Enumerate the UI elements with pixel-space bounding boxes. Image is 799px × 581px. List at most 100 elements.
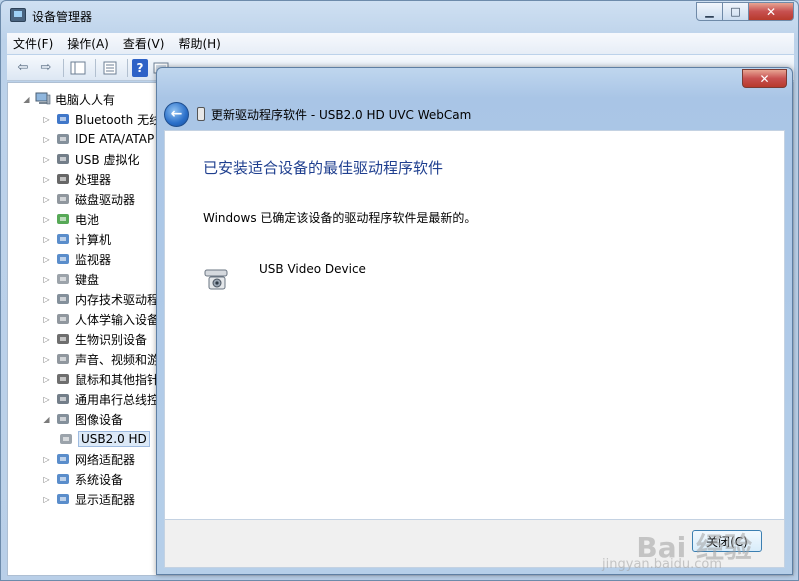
expand-arrow-icon[interactable]: ▷	[42, 295, 51, 304]
tree-category-item[interactable]: ▷ 监视器	[42, 250, 111, 268]
webcam-icon	[58, 432, 74, 446]
tree-item-label: 内存技术驱动程	[75, 292, 160, 307]
tree-item-label: 磁盘驱动器	[75, 192, 136, 207]
tree-category-item[interactable]: ▷ 内存技术驱动程	[42, 290, 159, 308]
expand-arrow-icon[interactable]: ▷	[42, 155, 51, 164]
expand-arrow-icon[interactable]: ▷	[42, 135, 51, 144]
display-adapter-icon	[55, 492, 71, 506]
tree-category-item[interactable]: ▷ 处理器	[42, 170, 111, 188]
expand-arrow-icon[interactable]: ▷	[42, 195, 51, 204]
toolbar-separator	[127, 58, 128, 77]
help-icon[interactable]: ?	[132, 58, 148, 77]
device-manager-icon	[10, 8, 26, 22]
expand-arrow-icon[interactable]: ▷	[42, 215, 51, 224]
tree-category-item[interactable]: ▷ 键盘	[42, 270, 99, 288]
tree-root-label: 电脑人人有	[55, 92, 116, 107]
tree-category-item[interactable]: ▷ 人体学输入设备	[42, 310, 159, 328]
network-adapter-icon	[55, 452, 71, 466]
fingerprint-icon	[55, 332, 71, 346]
tree-item-label: 系统设备	[75, 472, 124, 487]
menu-help[interactable]: 帮助(H)	[178, 35, 220, 52]
tree-category-item[interactable]: ▷ 鼠标和其他指针	[42, 370, 159, 388]
tree-category-item[interactable]: ▷ 通用串行总线控	[42, 390, 159, 408]
tree-category-item[interactable]: ▷ 声音、视频和游	[42, 350, 159, 368]
expand-arrow-icon[interactable]: ▷	[42, 235, 51, 244]
expand-arrow-icon[interactable]: ▷	[42, 495, 51, 504]
tree-category-item[interactable]: ▷ 计算机	[42, 230, 111, 248]
bluetooth-icon	[55, 112, 71, 126]
tree-item-label: 电池	[75, 212, 100, 227]
tree-item-label: 网络适配器	[75, 452, 136, 467]
usb-controller-icon	[55, 392, 71, 406]
expand-arrow-icon[interactable]: ▷	[42, 315, 51, 324]
memory-icon	[55, 292, 71, 306]
expand-arrow-icon[interactable]: ▷	[42, 375, 51, 384]
maximize-button[interactable]: □	[723, 2, 749, 21]
result-heading: 已安装适合设备的最佳驱动程序软件	[203, 159, 444, 177]
tree-category-item[interactable]: ▷ 显示适配器	[42, 490, 135, 508]
menu-action[interactable]: 操作(A)	[67, 35, 109, 52]
tree-item-label: 生物识别设备	[75, 332, 148, 347]
dialog-header: ← 更新驱动程序软件 - USB2.0 HD UVC WebCam	[164, 98, 785, 130]
tree-item-label: 通用串行总线控	[75, 392, 160, 407]
window-title: 设备管理器	[32, 10, 93, 24]
tree-category-item[interactable]: ▷ 电池	[42, 210, 99, 228]
tree-root[interactable]: ◢ 电脑人人有	[22, 90, 115, 108]
expand-arrow-icon[interactable]: ▷	[42, 455, 51, 464]
tree-category-item[interactable]: ▷ IDE ATA/ATAP	[42, 130, 154, 148]
back-button[interactable]: ←	[164, 101, 189, 127]
tree-category-item[interactable]: ▷ USB 虚拟化	[42, 150, 139, 168]
device-name: USB Video Device	[259, 262, 366, 276]
expand-arrow-icon[interactable]: ▷	[42, 275, 51, 284]
close-window-button[interactable]: ✕	[749, 2, 794, 21]
update-driver-dialog: ✕ ← 更新驱动程序软件 - USB2.0 HD UVC WebCam 已安装适…	[156, 67, 793, 575]
usb-device-icon	[197, 107, 205, 121]
caption-buttons: ▁ □ ✕	[696, 2, 794, 21]
properties-icon[interactable]	[100, 58, 120, 78]
toolbar-separator	[95, 58, 96, 77]
toolbar-separator	[63, 58, 64, 77]
forward-arrow-icon[interactable]: ⇨	[36, 58, 56, 78]
menu-file[interactable]: 文件(F)	[13, 35, 53, 52]
tree-category-item[interactable]: ▷ 磁盘驱动器	[42, 190, 135, 208]
expand-arrow-icon[interactable]: ▷	[42, 335, 51, 344]
expand-arrow-icon[interactable]: ▷	[42, 175, 51, 184]
back-arrow-icon[interactable]: ⇦	[13, 58, 33, 78]
tree-item-label: 人体学输入设备	[75, 312, 160, 327]
minimize-button[interactable]: ▁	[696, 2, 723, 21]
expand-arrow-icon[interactable]: ▷	[42, 475, 51, 484]
mouse-icon	[55, 372, 71, 386]
show-hide-console-tree-icon[interactable]	[68, 58, 88, 78]
monitor-icon	[55, 252, 71, 266]
tree-category-item[interactable]: ▷ 网络适配器	[42, 450, 135, 468]
disk-drive-icon	[55, 192, 71, 206]
tree-item-label: 处理器	[75, 172, 112, 187]
collapse-arrow-icon[interactable]: ◢	[42, 415, 51, 424]
tree-category-item[interactable]: ▷ Bluetooth 无线	[42, 110, 161, 128]
usb-icon	[55, 152, 71, 166]
expand-arrow-icon[interactable]: ▷	[42, 395, 51, 404]
expand-arrow-icon[interactable]: ▷	[42, 255, 51, 264]
expand-arrow-icon[interactable]: ▷	[42, 115, 51, 124]
title-bar: 设备管理器 ▁ □ ✕	[1, 1, 798, 31]
tree-category-item[interactable]: ▷ 系统设备	[42, 470, 123, 488]
tree-category-item[interactable]: ◢ 图像设备	[42, 410, 123, 428]
processor-icon	[55, 172, 71, 186]
tree-item-label: Bluetooth 无线	[75, 112, 162, 127]
menu-bar: 文件(F) 操作(A) 查看(V) 帮助(H)	[7, 33, 794, 54]
dialog-content: 已安装适合设备的最佳驱动程序软件 Windows 已确定该设备的驱动程序软件是最…	[164, 130, 785, 520]
keyboard-icon	[55, 272, 71, 286]
collapse-arrow-icon[interactable]: ◢	[22, 95, 31, 104]
menu-view[interactable]: 查看(V)	[123, 35, 165, 52]
tree-device-item[interactable]: USB2.0 HD	[58, 430, 150, 448]
tree-item-label: IDE ATA/ATAP	[75, 132, 155, 146]
watermark-url: jingyan.baidu.com	[602, 557, 722, 572]
tree-category-item[interactable]: ▷ 生物识别设备	[42, 330, 147, 348]
dialog-header-title: 更新驱动程序软件 - USB2.0 HD UVC WebCam	[211, 107, 472, 122]
dialog-close-button[interactable]: ✕	[742, 69, 787, 88]
tree-item-label: 键盘	[75, 272, 100, 287]
webcam-icon	[203, 267, 231, 293]
expand-arrow-icon[interactable]: ▷	[42, 355, 51, 364]
tree-item-label: 监视器	[75, 252, 112, 267]
hid-icon	[55, 312, 71, 326]
